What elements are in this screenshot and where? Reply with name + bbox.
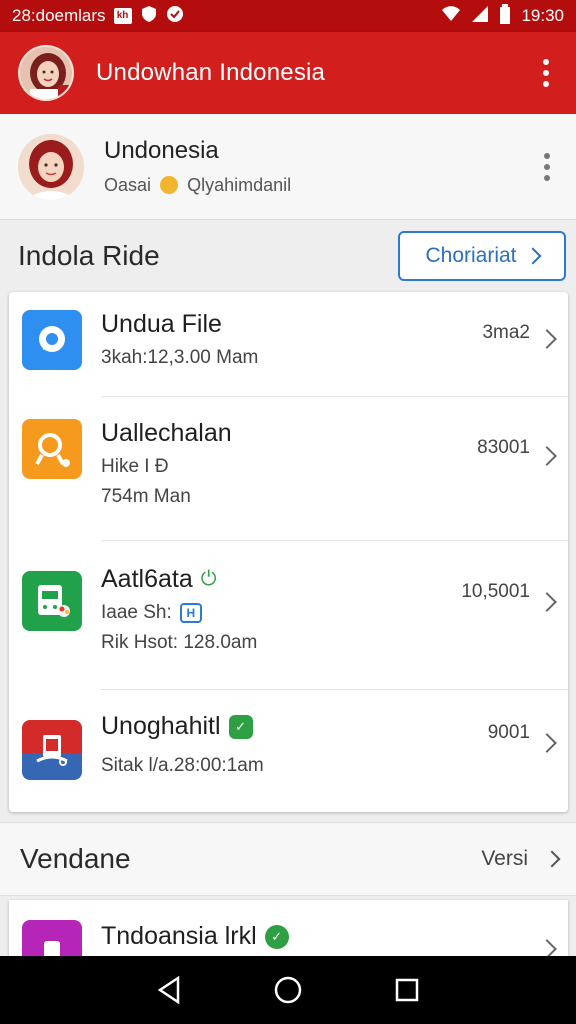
item-detail: 3kah:12,3.00 Mam — [101, 347, 259, 368]
status-bar: 28:doemlars kh 19:30 — [0, 0, 576, 32]
section-action-button[interactable]: Choriariat — [398, 231, 566, 281]
menu-dot — [544, 174, 550, 181]
list-item[interactable]: Uallechalan Hike I Ð 754m Man 83001 — [9, 397, 568, 540]
profile-name: Undonesia — [104, 137, 219, 164]
emoji-icon — [160, 176, 179, 194]
item-detail-secondary: 754m Man — [101, 486, 191, 507]
notification-icon: kh — [113, 8, 132, 24]
navigation-bar — [0, 956, 576, 1024]
menu-dot — [544, 163, 550, 170]
section-title: Indola Ride — [18, 240, 160, 271]
item-title: Undua File — [101, 310, 222, 338]
section-header: Indola Ride Choriariat — [0, 220, 576, 292]
battery-icon — [499, 3, 511, 29]
item-detail: Sitak l/a.28:00:1am — [101, 755, 264, 776]
chevron-right-icon — [537, 329, 557, 349]
list-item[interactable]: Undua File 3kah:12,3.00 Mam 3ma2 — [9, 292, 568, 396]
profile-subtitle: Oasai Qlyahimdanil — [104, 175, 291, 196]
shield-icon — [140, 5, 158, 28]
item-title-text: Aatl6ata — [101, 565, 193, 593]
item-detail: Hike I Ð — [101, 456, 169, 477]
profile-sub-left: Oasai — [104, 175, 152, 195]
status-time: 19:30 — [521, 6, 564, 25]
section-link[interactable]: Versi — [481, 847, 561, 871]
app-notification-icon — [166, 5, 184, 28]
chevron-right-icon — [537, 446, 557, 466]
wifi-icon — [441, 5, 461, 28]
chat-bubble-icon — [22, 310, 82, 370]
menu-dot — [544, 152, 550, 159]
avatar[interactable] — [18, 45, 74, 101]
profile-avatar — [18, 133, 84, 200]
menu-dot — [543, 59, 549, 65]
app-title: Undowhan Indonesia — [96, 59, 326, 86]
item-detail: Iaae Sh: H — [101, 602, 257, 624]
status-text: 28:doemlars — [12, 6, 106, 25]
list-item[interactable]: Aatl6ata ⏻ Iaae Sh: H Rik Hsot: 128.0am … — [9, 541, 568, 689]
overflow-menu-button[interactable] — [534, 53, 558, 93]
recents-icon[interactable] — [387, 970, 427, 1010]
back-icon[interactable] — [149, 970, 189, 1010]
menu-dot — [543, 81, 549, 87]
home-icon[interactable] — [268, 970, 308, 1010]
list-item[interactable]: Tndoansia lrkl ✓ — [9, 900, 568, 960]
tag-icon: H — [179, 603, 202, 623]
chevron-right-icon — [543, 850, 561, 868]
item-value: 3ma2 — [482, 322, 530, 343]
search-icon — [22, 419, 82, 479]
menu-dot — [543, 70, 549, 76]
verified-icon: ⏻ — [200, 568, 217, 590]
item-value: 83001 — [477, 437, 530, 458]
device-icon — [22, 571, 82, 631]
item-title: Uallechalan — [101, 419, 232, 447]
app-bar: Undowhan Indonesia — [0, 32, 576, 114]
section-header: Vendane Versi — [0, 822, 576, 896]
list-card: Undua File 3kah:12,3.00 Mam 3ma2 Uallech… — [9, 292, 568, 812]
list-card: Tndoansia lrkl ✓ — [9, 900, 568, 960]
signal-icon — [471, 5, 489, 28]
item-value: 10,5001 — [461, 581, 530, 602]
profile-menu-button[interactable] — [544, 152, 550, 181]
profile-sub-right: Qlyahimdanil — [187, 175, 292, 195]
section-action-label: Choriariat — [425, 244, 517, 267]
item-value: 9001 — [487, 722, 530, 743]
profile-card[interactable]: Undonesia Oasai Qlyahimdanil — [0, 114, 576, 220]
section-link-label: Versi — [481, 847, 528, 870]
list-item[interactable]: Unoghahitl ✓ Sitak l/a.28:00:1am 9001 — [9, 690, 568, 812]
chevron-right-icon — [524, 247, 542, 265]
item-title-text: Unoghahitl — [101, 712, 221, 740]
item-title-text: Tndoansia lrkl — [101, 922, 257, 950]
item-title: Aatl6ata ⏻ — [101, 565, 257, 594]
chevron-right-icon — [537, 592, 557, 612]
item-detail-text: Iaae Sh: — [101, 602, 172, 623]
item-title: Unoghahitl ✓ — [101, 712, 264, 741]
verified-badge-icon: ✓ — [264, 924, 289, 949]
item-detail-secondary: Rik Hsot: 128.0am — [101, 632, 258, 653]
app-icon — [22, 920, 82, 960]
card-icon — [22, 720, 82, 780]
verified-badge-icon: ✓ — [228, 714, 253, 739]
chevron-right-icon — [537, 733, 557, 753]
item-title: Tndoansia lrkl ✓ — [101, 922, 289, 951]
section-title: Vendane — [20, 843, 131, 874]
